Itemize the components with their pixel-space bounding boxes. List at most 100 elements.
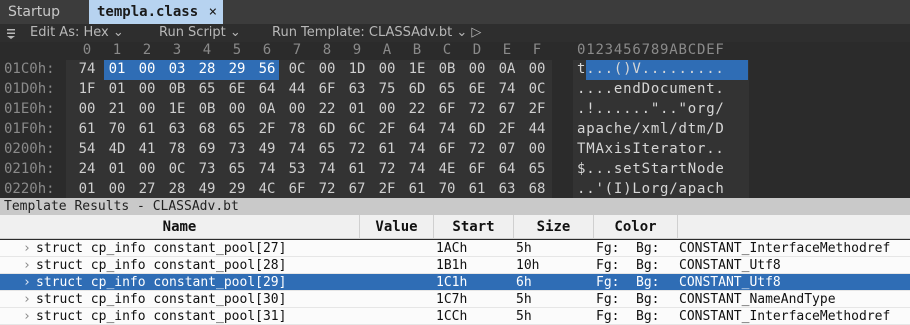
ascii-row[interactable]: t...()V......... (577, 61, 725, 77)
column-header-name[interactable]: Name (0, 215, 360, 239)
hex-byte[interactable]: 00 (222, 101, 252, 117)
hex-byte[interactable]: 22 (312, 101, 342, 117)
hex-byte[interactable]: 00 (132, 81, 162, 97)
hex-byte[interactable]: 6D (312, 121, 342, 137)
ascii-row[interactable]: .!......".."org/ (577, 101, 725, 117)
hex-byte[interactable]: 1F (72, 81, 102, 97)
hex-byte[interactable]: 22 (402, 101, 432, 117)
hex-byte[interactable]: 1D (342, 61, 372, 77)
hex-byte[interactable]: 65 (192, 81, 222, 97)
hex-byte[interactable]: 0C (522, 81, 552, 97)
hex-byte[interactable]: 65 (432, 81, 462, 97)
hex-byte[interactable]: 01 (342, 101, 372, 117)
hex-byte[interactable]: 41 (132, 141, 162, 157)
hex-byte[interactable]: 74 (492, 81, 522, 97)
hex-byte[interactable]: 72 (462, 141, 492, 157)
hex-byte[interactable]: 24 (72, 161, 102, 177)
hex-byte[interactable]: 00 (132, 161, 162, 177)
expand-chevron-icon[interactable]: › (23, 257, 35, 274)
hex-byte[interactable]: 21 (102, 101, 132, 117)
hex-byte[interactable]: 01 (72, 181, 102, 197)
hex-byte[interactable]: 2F (492, 121, 522, 137)
hex-byte[interactable]: 28 (162, 181, 192, 197)
hex-byte[interactable]: 63 (162, 121, 192, 137)
hex-byte[interactable]: 64 (402, 121, 432, 137)
hex-byte[interactable]: 64 (252, 81, 282, 97)
hex-editor[interactable]: 0123456789ABCDEF 0123456789ABCDEF 01C0h:… (0, 42, 910, 200)
hex-byte[interactable]: 68 (192, 121, 222, 137)
hex-byte[interactable]: 6F (432, 101, 462, 117)
hex-byte[interactable]: 49 (192, 181, 222, 197)
hex-byte[interactable]: 00 (312, 61, 342, 77)
hex-byte[interactable]: 00 (282, 101, 312, 117)
template-row[interactable]: › struct cp_info constant_pool[31] 1CCh 5h F… (0, 308, 910, 325)
hex-byte[interactable]: 0A (492, 61, 522, 77)
hex-byte[interactable]: 64 (492, 161, 522, 177)
hex-byte[interactable]: 4E (432, 161, 462, 177)
tab-templa-class[interactable]: templa.class × (89, 0, 223, 24)
tab-startup[interactable]: Startup (0, 0, 88, 24)
template-row[interactable]: › struct cp_info constant_pool[27] 1ACh 5h F… (0, 240, 910, 257)
hex-byte[interactable]: 00 (72, 101, 102, 117)
expand-chevron-icon[interactable]: › (23, 308, 35, 325)
hex-byte[interactable]: 74 (282, 141, 312, 157)
hex-byte[interactable]: 6F (432, 141, 462, 157)
hex-byte[interactable]: 0B (192, 101, 222, 117)
hex-byte[interactable]: 67 (492, 101, 522, 117)
hex-byte[interactable]: 00 (132, 101, 162, 117)
hex-byte[interactable]: 6E (462, 81, 492, 97)
hex-byte[interactable]: 01 (102, 81, 132, 97)
hex-byte[interactable]: 44 (282, 81, 312, 97)
hex-byte[interactable]: 72 (462, 101, 492, 117)
expand-chevron-icon[interactable]: › (23, 274, 35, 291)
hex-byte[interactable]: 68 (522, 181, 552, 197)
hex-byte[interactable]: 65 (222, 161, 252, 177)
hex-byte[interactable]: 2F (372, 181, 402, 197)
hex-byte[interactable]: 70 (432, 181, 462, 197)
hex-byte[interactable]: 74 (402, 161, 432, 177)
expand-chevron-icon[interactable]: › (23, 291, 35, 308)
hex-byte[interactable]: 69 (192, 141, 222, 157)
hex-byte[interactable]: 65 (222, 121, 252, 137)
hex-byte[interactable]: 65 (312, 141, 342, 157)
close-icon[interactable]: × (209, 0, 217, 24)
ascii-row[interactable]: TMAxisIterator.. (577, 141, 725, 157)
hex-byte[interactable]: 0C (162, 161, 192, 177)
template-row[interactable]: › struct cp_info constant_pool[28] 1B1h 10h… (0, 257, 910, 274)
hex-byte[interactable]: 61 (72, 121, 102, 137)
hex-byte[interactable]: 6E (222, 81, 252, 97)
ascii-row[interactable]: $...setStartNode (577, 161, 725, 177)
hex-byte[interactable]: 65 (522, 161, 552, 177)
column-header-start[interactable]: Start (434, 215, 514, 239)
ascii-row[interactable]: apache/xml/dtm/D (577, 121, 725, 137)
column-header-color[interactable]: Color (594, 215, 678, 239)
hex-byte[interactable]: 6D (462, 121, 492, 137)
hex-byte[interactable]: 00 (522, 141, 552, 157)
hex-byte[interactable]: 61 (132, 121, 162, 137)
run-template-dropdown[interactable]: Run Template: CLASSAdv.bt ⌄ ▷ (272, 24, 481, 42)
hex-byte[interactable]: 01 (102, 161, 132, 177)
hex-byte[interactable]: 61 (462, 181, 492, 197)
hex-byte[interactable]: 44 (522, 121, 552, 137)
hex-byte[interactable]: 49 (252, 141, 282, 157)
run-script-dropdown[interactable]: Run Script ⌄ (159, 24, 241, 42)
hex-byte[interactable]: 07 (492, 141, 522, 157)
ascii-row[interactable]: ....endDocument. (577, 81, 725, 97)
hex-byte[interactable]: 01 (102, 61, 132, 77)
template-row[interactable]: › struct cp_info constant_pool[30] 1C7h 5h F… (0, 291, 910, 308)
hex-byte[interactable]: 67 (342, 181, 372, 197)
hex-byte[interactable]: 78 (282, 121, 312, 137)
hex-byte[interactable]: 2F (522, 101, 552, 117)
hex-byte[interactable]: 2F (252, 121, 282, 137)
hex-byte[interactable]: 78 (162, 141, 192, 157)
hex-byte[interactable]: 6F (312, 81, 342, 97)
hex-byte[interactable]: 61 (402, 181, 432, 197)
hex-byte[interactable]: 74 (432, 121, 462, 137)
column-header-value[interactable]: Value (360, 215, 434, 239)
hex-byte[interactable]: 27 (132, 181, 162, 197)
column-header-size[interactable]: Size (514, 215, 594, 239)
hex-byte[interactable]: 0C (282, 61, 312, 77)
hex-byte[interactable]: 54 (72, 141, 102, 157)
hex-byte[interactable]: 4C (252, 181, 282, 197)
hex-byte[interactable]: 03 (162, 61, 192, 77)
